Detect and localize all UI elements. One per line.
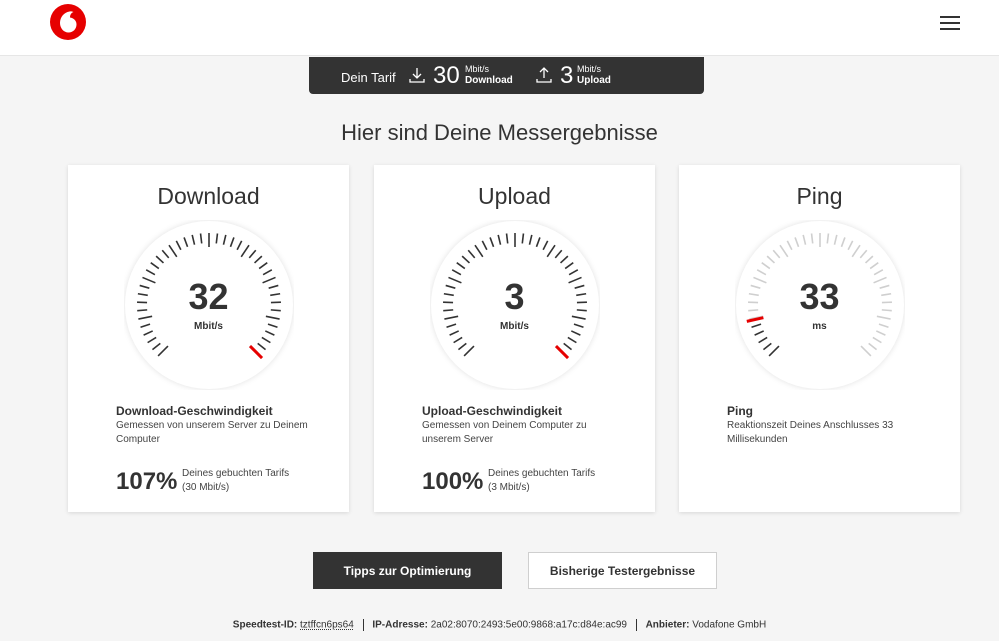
hamburger-menu-icon[interactable]	[938, 14, 964, 32]
download-percent-label-line1: Deines gebuchten Tarifs	[182, 468, 290, 479]
upload-value: 3	[504, 276, 525, 317]
download-percent: 107%	[116, 468, 178, 495]
footer-info: Speedtest-ID: tztffcn6ps64 IP-Adresse: 2…	[0, 619, 999, 631]
tariff-download-value: 30	[433, 62, 460, 89]
tariff-download-unit: Mbit/s	[465, 64, 490, 74]
speedtest-id-label: Speedtest-ID:	[232, 619, 298, 631]
tariff-upload-unit: Mbit/s	[577, 64, 602, 74]
download-unit: Mbit/s	[194, 321, 223, 332]
download-card: Download 32 Mbit/s Download-Geschwindigk…	[68, 165, 349, 512]
tariff-banner: Dein Tarif 30 Mbit/s Download 3 Mbit/s U…	[309, 57, 704, 94]
provider-value: Vodafone GmbH	[692, 619, 767, 631]
download-card-title: Download	[157, 183, 260, 209]
download-icon	[409, 68, 425, 83]
upload-detail-desc: Gemessen von Deinem Computer zu unserem …	[422, 420, 587, 445]
ping-card: Ping 33 ms Ping Reaktionszeit Deines Ans…	[679, 165, 960, 512]
download-percent-label-line2: (30 Mbit/s)	[182, 482, 230, 493]
download-value: 32	[188, 276, 229, 317]
footer-divider	[635, 619, 637, 631]
ping-detail-title: Ping	[727, 404, 753, 418]
ping-card-title: Ping	[796, 183, 843, 209]
ping-detail-desc: Reaktionszeit Deines Anschlusses 33 Mill…	[727, 420, 894, 445]
tips-button[interactable]: Tipps zur Optimierung	[313, 552, 502, 589]
page-title: Hier sind Deine Messergebnisse	[341, 120, 658, 145]
ping-unit: ms	[812, 321, 827, 332]
tariff-upload-value: 3	[560, 62, 574, 89]
tariff-label: Dein Tarif	[341, 70, 396, 85]
ip-label: IP-Adresse:	[372, 619, 428, 631]
site-header	[0, 0, 999, 56]
upload-percent-label-line1: Deines gebuchten Tarifs	[488, 468, 596, 479]
vodafone-logo-icon[interactable]	[50, 4, 86, 40]
download-detail-desc: Gemessen von unserem Server zu Deinem Co…	[116, 420, 308, 445]
upload-percent: 100%	[422, 468, 484, 495]
upload-percent-label: Deines gebuchten Tarifs (3 Mbit/s)	[488, 467, 595, 495]
tariff-upload-label: Upload	[577, 75, 611, 86]
upload-card-title: Upload	[478, 183, 551, 209]
upload-icon	[536, 67, 552, 83]
upload-detail-title: Upload-Geschwindigkeit	[422, 404, 563, 418]
upload-card: Upload 3 Mbit/s Upload-Geschwindigkeit G…	[374, 165, 655, 512]
tariff-download-label: Download	[465, 75, 513, 86]
ip-value: 2a02:8070:2493:5e00:9868:a17c:d84e:ac99	[430, 619, 627, 631]
provider-label: Anbieter:	[645, 619, 690, 631]
upload-percent-label-line2: (3 Mbit/s)	[488, 482, 530, 493]
footer-divider	[362, 619, 364, 631]
history-button[interactable]: Bisherige Testergebnisse	[528, 552, 717, 589]
download-detail-title: Download-Geschwindigkeit	[116, 404, 273, 418]
speedtest-id-value[interactable]: tztffcn6ps64	[300, 620, 354, 631]
ping-value: 33	[799, 276, 840, 317]
upload-unit: Mbit/s	[500, 321, 529, 332]
download-percent-label: Deines gebuchten Tarifs (30 Mbit/s)	[182, 467, 289, 495]
